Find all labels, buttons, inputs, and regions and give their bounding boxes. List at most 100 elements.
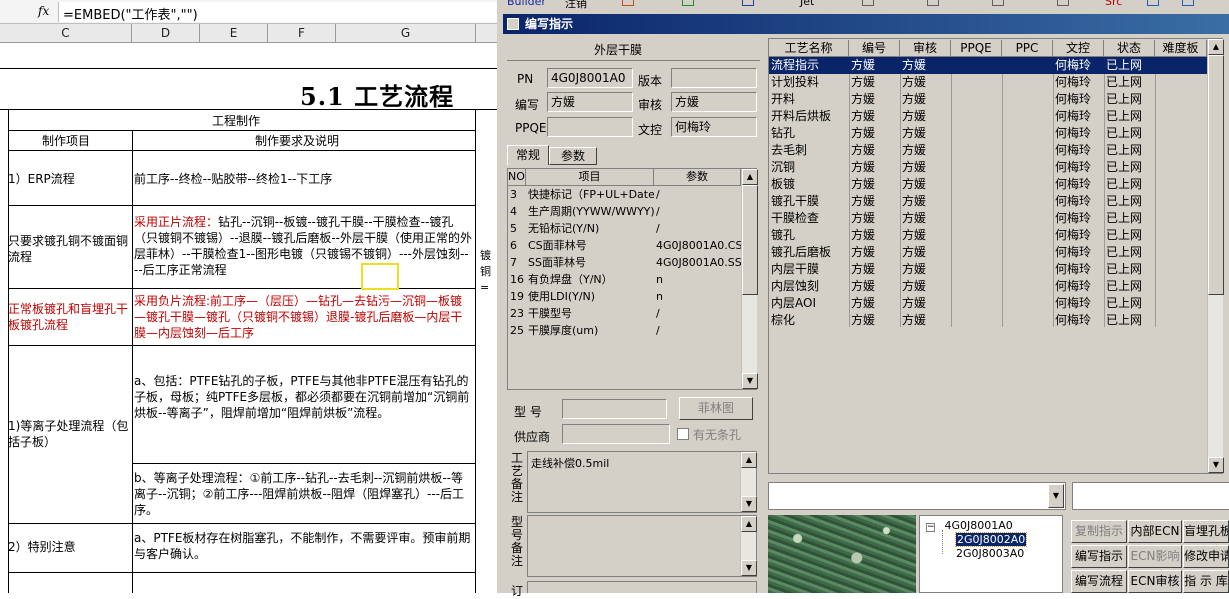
table-col-name[interactable]: 工艺名称 (769, 40, 849, 57)
chevron-down-icon[interactable]: ▼ (1048, 484, 1064, 508)
table-col-difficulty[interactable]: 难度板 (1155, 40, 1207, 57)
column-header-g[interactable]: G (336, 24, 476, 43)
tree-root[interactable]: − 4G0J8001A0 (926, 519, 1013, 532)
table-row[interactable]: 去毛刺 方媛 方媛 何梅玲 已上网 (769, 142, 1207, 159)
param-row[interactable]: 7 SS面菲林号 4G0J8001A0.SS (508, 254, 741, 271)
table-row[interactable]: 开料后烘板 方媛 方媛 何梅玲 已上网 (769, 108, 1207, 125)
scroll-thumb[interactable] (742, 185, 758, 295)
scroll-down-icon[interactable]: ▼ (741, 560, 757, 576)
table-row[interactable]: 镀孔干膜 方媛 方媛 何梅玲 已上网 (769, 193, 1207, 210)
param-row[interactable]: 5 无铅标记(Y/N) / (508, 220, 741, 237)
scroll-down-icon[interactable]: ▼ (741, 496, 757, 512)
collapse-icon[interactable]: − (926, 523, 935, 532)
param-row[interactable]: 25 干膜厚度(um) / (508, 322, 741, 339)
writer-field[interactable]: 方媛 (547, 92, 633, 112)
table-col-docctrl[interactable]: 文控 (1053, 40, 1104, 57)
toolbar-icon[interactable] (1147, 0, 1159, 6)
column-header-f[interactable]: F (268, 24, 336, 43)
write-instruction-button[interactable]: 编写指示 (1071, 545, 1127, 568)
param-col-item[interactable]: 项目 (526, 169, 654, 186)
note-scrollbar[interactable]: ▲ ▼ (740, 452, 757, 512)
table-row[interactable]: 镀孔 方媛 方媛 何梅玲 已上网 (769, 227, 1207, 244)
param-row[interactable]: 6 CS面菲林号 4G0J8001A0.CS (508, 237, 741, 254)
table-row[interactable]: 开料 方媛 方媛 何梅玲 已上网 (769, 91, 1207, 108)
tree-child[interactable]: 2G0J8003A0 (956, 547, 1024, 560)
param-row[interactable]: 4 生产周期(YYWW/WWYY) / (508, 203, 741, 220)
toolbar-icon[interactable] (682, 0, 694, 6)
toolbar-icon[interactable] (622, 0, 634, 6)
table-row[interactable]: 板镀 方媛 方媛 何梅玲 已上网 (769, 176, 1207, 193)
version-field[interactable] (671, 68, 757, 88)
param-row[interactable]: 16 有负焊盘（Y/N） n (508, 271, 741, 288)
table-row[interactable]: 流程指示 方媛 方媛 何梅玲 已上网 (769, 57, 1207, 74)
toolbar-builder[interactable]: Builder (507, 0, 546, 9)
scroll-up-icon[interactable]: ▲ (741, 516, 757, 532)
copy-instruction-button[interactable]: 复制指示 (1071, 520, 1127, 543)
toolbar-icon[interactable] (992, 0, 1004, 6)
scroll-down-icon[interactable]: ▼ (742, 373, 758, 389)
supplier-field[interactable] (562, 424, 670, 444)
param-scrollbar[interactable]: ▲ ▼ (741, 169, 758, 389)
scroll-down-icon[interactable]: ▼ (1208, 457, 1224, 473)
table-col-ppqe[interactable]: PPQE (951, 40, 1002, 57)
table-row[interactable]: 内层蚀刻 方媛 方媛 何梅玲 已上网 (769, 278, 1207, 295)
toolbar-icon[interactable] (742, 0, 754, 6)
tree-child-selected[interactable]: 2G0J8002A0 (954, 532, 1028, 547)
ecn-impact-button[interactable]: ECN影响 (1128, 545, 1182, 568)
column-header-e[interactable]: E (200, 24, 268, 43)
scroll-up-icon[interactable]: ▲ (1208, 39, 1224, 55)
param-col-value[interactable]: 参数 (654, 169, 741, 186)
toolbar-src[interactable]: Src (1105, 0, 1122, 9)
scroll-thumb[interactable] (1208, 55, 1224, 295)
scroll-up-icon[interactable]: ▲ (742, 169, 758, 185)
secondary-dropdown[interactable] (1072, 482, 1229, 510)
param-row[interactable]: 3 快捷标记（FP+UL+DateC / (508, 186, 741, 203)
table-col-ppc[interactable]: PPC (1002, 40, 1053, 57)
change-request-button[interactable]: 修改申请 (1183, 545, 1229, 568)
toolbar-icon[interactable] (862, 0, 874, 6)
ecn-review-button[interactable]: ECN审核 (1128, 570, 1182, 593)
table-row[interactable]: 干膜检查 方媛 方媛 何梅玲 已上网 (769, 210, 1207, 227)
param-row[interactable]: 19 使用LDI(Y/N) n (508, 288, 741, 305)
column-header-d[interactable]: D (132, 24, 200, 43)
internal-ecn-button[interactable]: 内部ECN (1128, 520, 1182, 543)
window-title-bar[interactable]: 编写指示 (503, 14, 1229, 34)
pn-field[interactable]: 4G0J8001A0 (547, 68, 633, 88)
docctrl-field[interactable]: 何梅玲 (671, 117, 757, 137)
blind-buried-button[interactable]: 盲埋孔板 (1183, 520, 1229, 543)
model-note-box[interactable]: ▲ ▼ (527, 515, 757, 577)
write-flow-button[interactable]: 编写流程 (1071, 570, 1127, 593)
table-scrollbar[interactable]: ▲ ▼ (1207, 39, 1224, 473)
tab-general[interactable]: 常规 (507, 145, 549, 165)
instruction-library-button[interactable]: 指 示 库 (1183, 570, 1229, 593)
formula-input[interactable]: =EMBED("工作表","") (58, 2, 497, 23)
toolbar-icon[interactable] (927, 0, 939, 6)
process-note-box[interactable]: 走线补偿0.5mil ▲ ▼ (527, 451, 757, 513)
no-hole-checkbox[interactable] (677, 428, 689, 440)
toolbar-icon[interactable] (1182, 0, 1194, 6)
model-field[interactable] (562, 399, 667, 419)
table-row[interactable]: 内层AOI 方媛 方媛 何梅玲 已上网 (769, 295, 1207, 312)
table-row[interactable]: 钻孔 方媛 方媛 何梅玲 已上网 (769, 125, 1207, 142)
toolbar-jet[interactable]: Jet (800, 0, 814, 9)
ppqe-field[interactable] (547, 117, 633, 137)
tab-params[interactable]: 参数 (549, 147, 597, 165)
param-col-no[interactable]: NO (508, 169, 526, 186)
table-col-status[interactable]: 状态 (1104, 40, 1155, 57)
column-header-c[interactable]: C (0, 24, 132, 43)
table-col-reviewer[interactable]: 审核 (900, 40, 951, 57)
table-col-writer[interactable]: 编号 (849, 40, 900, 57)
param-row[interactable]: 23 干膜型号 / (508, 305, 741, 322)
function-icon[interactable]: fx (38, 4, 49, 18)
table-row[interactable]: 镀孔后磨板 方媛 方媛 何梅玲 已上网 (769, 244, 1207, 261)
film-image-button[interactable]: 菲林图 (679, 397, 753, 420)
table-row[interactable]: 计划投料 方媛 方媛 何梅玲 已上网 (769, 74, 1207, 91)
extra-box[interactable] (527, 581, 757, 593)
scroll-up-icon[interactable]: ▲ (741, 452, 757, 468)
toolbar-logout[interactable]: 注销 (565, 0, 587, 10)
table-row[interactable]: 沉铜 方媛 方媛 何梅玲 已上网 (769, 159, 1207, 176)
table-row[interactable]: 内层干膜 方媛 方媛 何梅玲 已上网 (769, 261, 1207, 278)
toolbar-icon[interactable] (1057, 0, 1069, 6)
note-scrollbar[interactable]: ▲ ▼ (740, 516, 757, 576)
reviewer-field[interactable]: 方媛 (671, 92, 757, 112)
